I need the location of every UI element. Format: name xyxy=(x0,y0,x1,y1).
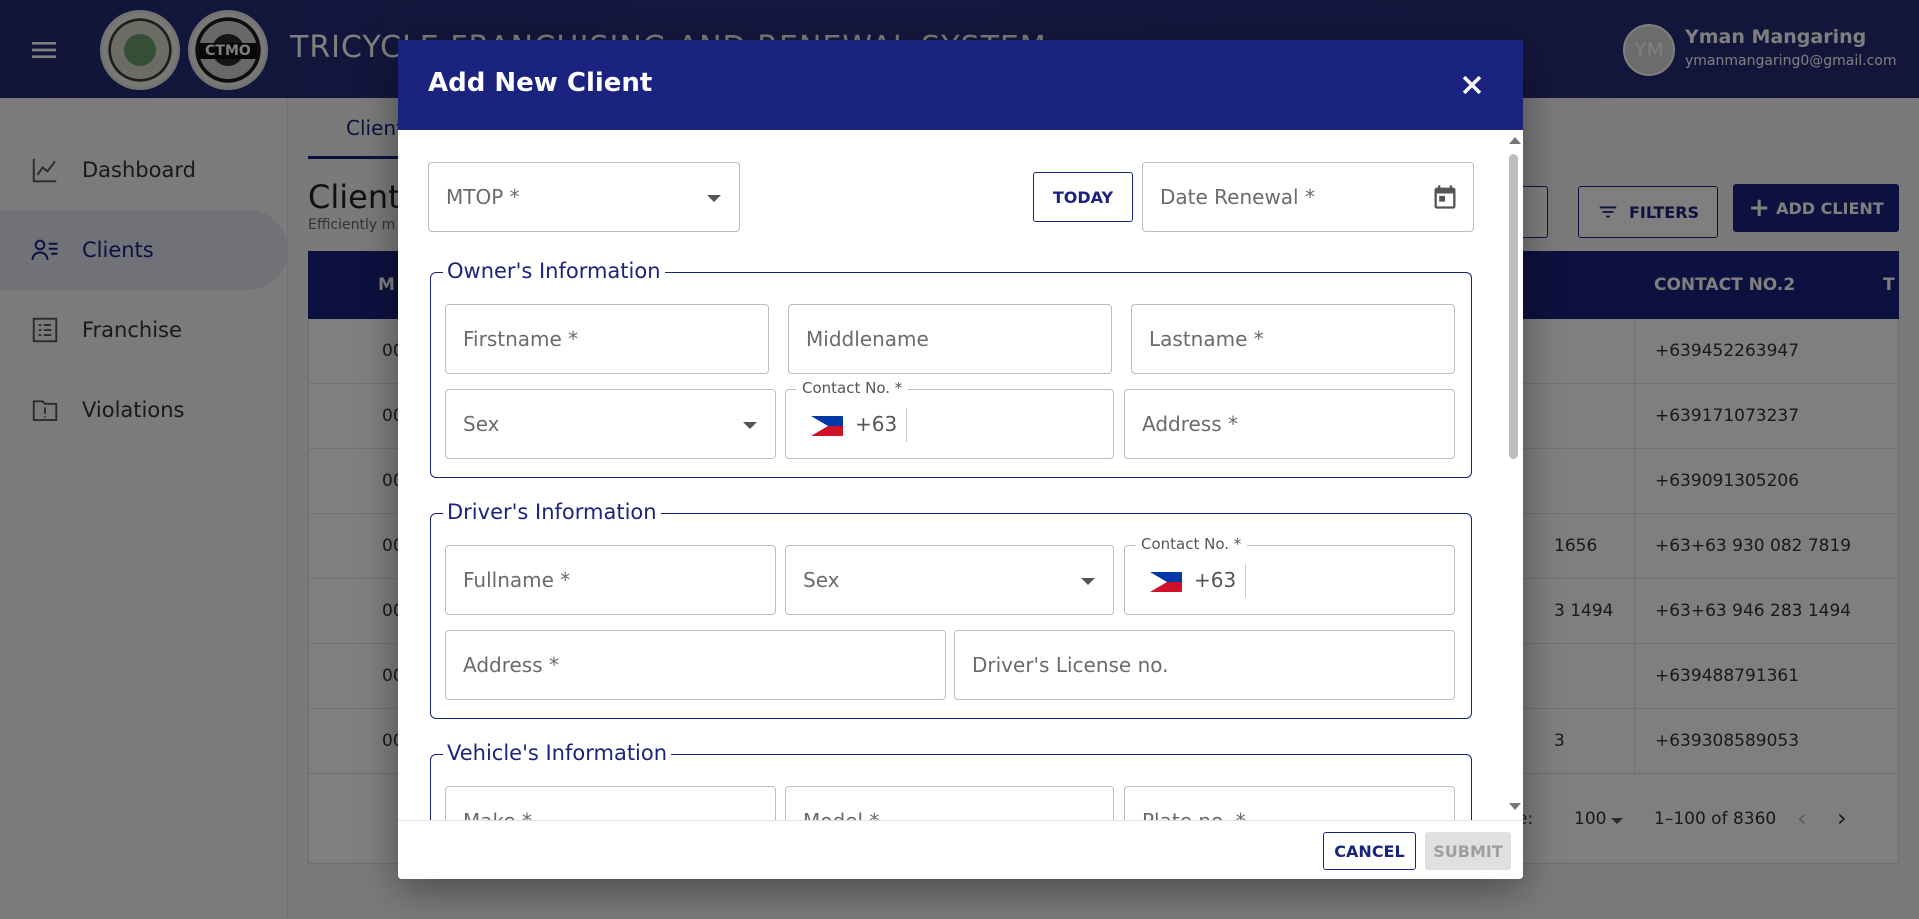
cancel-button[interactable]: CANCEL xyxy=(1323,832,1416,870)
model-placeholder: Model * xyxy=(803,809,879,820)
owner-info-legend: Owner's Information xyxy=(443,259,665,283)
today-label: TODAY xyxy=(1052,187,1114,207)
vehicle-make-field[interactable]: Make * xyxy=(445,786,776,820)
country-code: +63 xyxy=(855,412,898,436)
owner-info-section: Owner's Information Firstname * Middlena… xyxy=(430,259,1472,478)
chevron-down-icon xyxy=(707,195,721,202)
vehicle-info-legend: Vehicle's Information xyxy=(443,741,672,765)
scroll-down-icon[interactable] xyxy=(1509,803,1521,810)
sex-placeholder: Sex xyxy=(803,568,840,592)
chevron-down-icon xyxy=(743,422,757,429)
driver-license-field[interactable]: Driver's License no. xyxy=(954,630,1455,700)
date-renewal-placeholder: Date Renewal * xyxy=(1160,185,1315,209)
dialog-header: Add New Client xyxy=(398,40,1523,130)
philippines-flag-icon[interactable] xyxy=(1150,572,1182,592)
plate-placeholder: Plate no. * xyxy=(1142,809,1246,820)
submit-label: SUBMIT xyxy=(1433,841,1503,861)
owner-lastname-field[interactable]: Lastname * xyxy=(1131,304,1455,374)
make-placeholder: Make * xyxy=(463,809,532,820)
driver-info-section: Driver's Information Fullname * Sex Cont… xyxy=(430,500,1472,719)
philippines-flag-icon[interactable] xyxy=(811,416,843,436)
contact-label: Contact No. * xyxy=(796,379,909,397)
submit-button[interactable]: SUBMIT xyxy=(1425,832,1511,870)
address-placeholder: Address * xyxy=(1142,412,1239,436)
owner-address-field[interactable]: Address * xyxy=(1124,389,1455,459)
contact-label: Contact No. * xyxy=(1135,535,1248,553)
owner-middlename-field[interactable]: Middlename xyxy=(788,304,1112,374)
owner-contact-field[interactable]: Contact No. * +63 xyxy=(785,379,1114,459)
license-placeholder: Driver's License no. xyxy=(972,653,1169,677)
driver-fullname-field[interactable]: Fullname * xyxy=(445,545,776,615)
cancel-label: CANCEL xyxy=(1334,841,1405,861)
country-code: +63 xyxy=(1194,568,1237,592)
date-renewal-field[interactable]: Date Renewal * xyxy=(1142,162,1474,232)
calendar-icon[interactable] xyxy=(1431,183,1459,211)
firstname-placeholder: Firstname * xyxy=(463,327,579,351)
dialog-footer: CANCEL SUBMIT xyxy=(398,820,1523,879)
fullname-placeholder: Fullname * xyxy=(463,568,571,592)
today-button[interactable]: TODAY xyxy=(1033,172,1133,222)
owner-firstname-field[interactable]: Firstname * xyxy=(445,304,769,374)
driver-contact-field[interactable]: Contact No. * +63 xyxy=(1124,535,1455,615)
driver-sex-select[interactable]: Sex xyxy=(785,545,1114,615)
close-icon[interactable] xyxy=(1453,66,1491,104)
owner-sex-select[interactable]: Sex xyxy=(445,389,776,459)
address-placeholder: Address * xyxy=(463,653,560,677)
add-client-dialog: Add New Client MTOP * TODAY Date Renewal… xyxy=(398,40,1523,879)
mtop-placeholder: MTOP * xyxy=(446,185,520,209)
lastname-placeholder: Lastname * xyxy=(1149,327,1264,351)
mtop-select[interactable]: MTOP * xyxy=(428,162,740,232)
sex-placeholder: Sex xyxy=(463,412,500,436)
vehicle-plate-field[interactable]: Plate no. * xyxy=(1124,786,1455,820)
dialog-body: MTOP * TODAY Date Renewal * Owner's Info… xyxy=(398,130,1523,820)
dialog-scrollbar[interactable] xyxy=(1505,130,1523,820)
dialog-title: Add New Client xyxy=(428,68,653,98)
scroll-up-icon[interactable] xyxy=(1509,137,1521,144)
vehicle-model-field[interactable]: Model * xyxy=(785,786,1114,820)
driver-info-legend: Driver's Information xyxy=(443,500,661,524)
scrollbar-thumb[interactable] xyxy=(1509,154,1518,459)
middlename-placeholder: Middlename xyxy=(806,327,929,351)
chevron-down-icon xyxy=(1081,578,1095,585)
driver-address-field[interactable]: Address * xyxy=(445,630,946,700)
vehicle-info-section: Vehicle's Information Make * Model * Pla… xyxy=(430,741,1472,820)
